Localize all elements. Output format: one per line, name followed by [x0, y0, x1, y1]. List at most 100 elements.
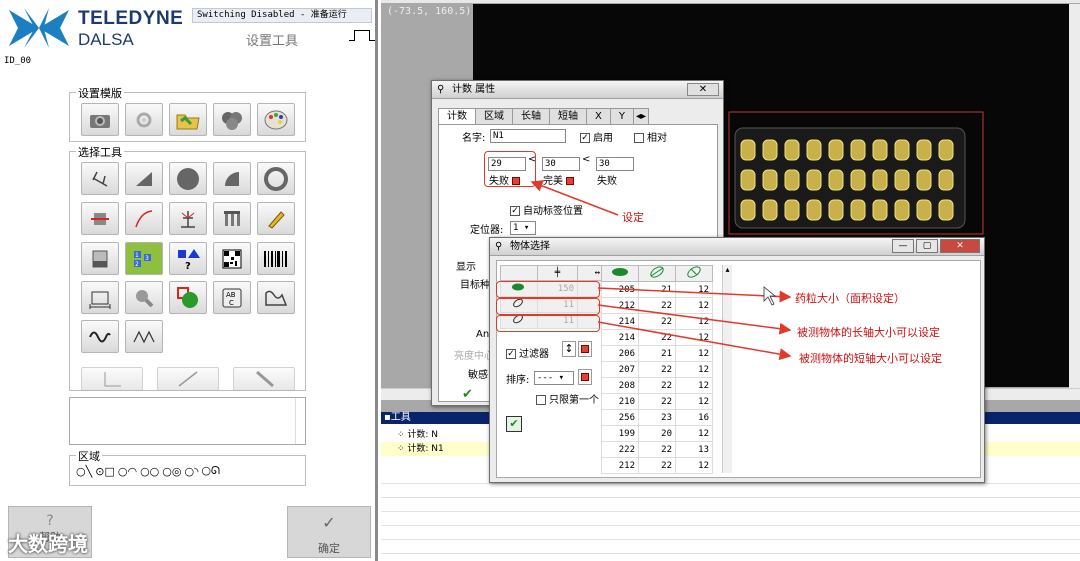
table-row[interactable]: 212 22 12 [601, 297, 713, 314]
shapes-icon[interactable] [213, 103, 251, 136]
table-row[interactable]: 207 22 12 [601, 361, 713, 378]
filter-sort-button[interactable]: ↕ [562, 341, 576, 357]
ring-icon[interactable] [257, 162, 295, 195]
auto-label-checkbox[interactable]: ✓ 自动标签位置 [510, 202, 583, 217]
beam-icon[interactable] [169, 202, 207, 235]
caliper-icon[interactable] [81, 162, 119, 195]
tab-y[interactable]: Y [609, 108, 634, 124]
maximize-button[interactable]: ▢ [916, 239, 938, 253]
fail-high-field[interactable]: 30 [596, 157, 634, 171]
svg-text:1: 1 [135, 252, 139, 259]
tab-major-axis[interactable]: 长轴 [512, 108, 550, 124]
objects-scrollbar[interactable]: ▴ [722, 265, 732, 473]
blob-icon[interactable] [169, 281, 207, 314]
pill [850, 139, 866, 161]
locator-select[interactable]: 1 ▾ [510, 221, 536, 235]
edge-icon[interactable] [81, 202, 119, 235]
table-row[interactable]: 205 21 12 [601, 281, 713, 298]
pill [872, 169, 888, 191]
table-row[interactable]: 206 21 12 [601, 345, 713, 362]
table-cell: 210 [601, 393, 639, 410]
textbox-scrollbar[interactable] [295, 398, 305, 444]
settings-icon[interactable] [125, 103, 163, 136]
tab-minor-axis[interactable]: 短轴 [549, 108, 587, 124]
region-radio-partial-arc[interactable]: ○◝ [184, 465, 198, 478]
dialog1-close-button[interactable]: ✕ [687, 83, 719, 96]
svg-text:C: C [229, 299, 234, 307]
qr-code-icon[interactable] [213, 242, 251, 275]
tab-x[interactable]: X [586, 108, 611, 124]
tab-count[interactable]: 计数 [438, 108, 476, 124]
region-radio-arc[interactable]: ○◠ [118, 465, 137, 478]
sort-select[interactable]: --- ▾ [534, 371, 574, 385]
region-radio-rectangle[interactable]: ⊙□ [95, 465, 115, 478]
table-row[interactable]: 212 22 12 [601, 457, 713, 474]
pencil-icon[interactable] [257, 202, 295, 235]
ok-icon: ✓ [322, 513, 336, 532]
perfect-lock-icon[interactable] [566, 177, 575, 185]
dialog2-title: 物体选择 [510, 241, 550, 252]
table-row[interactable]: 256 23 16 [601, 409, 713, 426]
relative-checkbox[interactable]: 相对 [634, 129, 667, 144]
wave-icon[interactable] [81, 320, 119, 353]
measure-icon[interactable] [81, 281, 119, 314]
open-folder-icon[interactable] [169, 103, 207, 136]
camera-icon[interactable] [81, 103, 119, 136]
pill [762, 199, 778, 221]
dialog2-apply-icon[interactable]: ✔ [506, 416, 522, 432]
table-row[interactable]: 214 22 12 [601, 329, 713, 346]
quarter-circle-icon[interactable] [213, 162, 251, 195]
perfect-field[interactable]: 30 [542, 157, 580, 171]
table-row[interactable]: 208 22 12 [601, 377, 713, 394]
region-radio-annulus[interactable]: ○◎ [162, 465, 181, 478]
svg-text:2: 2 [135, 261, 139, 268]
tab-region[interactable]: 区域 [475, 108, 513, 124]
table-cell: 12 [675, 457, 713, 474]
first-only-checkbox[interactable]: 只限第一个 [536, 391, 599, 406]
pill [828, 199, 844, 221]
region-radio-line[interactable]: ○╲ [76, 465, 92, 478]
pill [740, 169, 756, 191]
dialog1-ok-icon[interactable]: ✔ [462, 387, 473, 402]
relative-check-mark [634, 133, 644, 143]
tab-scroll-arrows[interactable]: ◂▸ [632, 108, 650, 124]
pill [740, 139, 756, 161]
barcode-icon[interactable] [257, 242, 295, 275]
zigzag-icon[interactable] [125, 320, 163, 353]
contour-icon[interactable] [257, 281, 295, 314]
table-row[interactable]: 199 20 12 [601, 425, 713, 442]
region-radio-ellipse[interactable]: ○○ [140, 465, 159, 478]
magnifier-icon[interactable] [125, 281, 163, 314]
name-label: 名字: [462, 133, 486, 144]
sort-lock-button[interactable] [578, 369, 592, 385]
description-textbox[interactable] [69, 397, 306, 445]
line-tool-icon[interactable] [157, 367, 219, 391]
dialog2-close-button[interactable]: ✕ [940, 239, 980, 253]
ok-button[interactable]: ✓ 确定 [287, 506, 371, 558]
filter-lock-button[interactable] [578, 341, 592, 357]
dialog2-search-icon: ⚲ [495, 241, 503, 252]
table-row[interactable]: 210 22 12 [601, 393, 713, 410]
axis-tool-icon[interactable] [81, 367, 143, 391]
enable-checkbox[interactable]: ✓ 启用 [580, 129, 613, 144]
vertical-scrollbar[interactable] [1069, 4, 1080, 388]
table-row[interactable]: 222 22 13 [601, 441, 713, 458]
criteria-header-type [500, 265, 538, 281]
minimize-button[interactable]: — [892, 239, 914, 253]
circle-icon[interactable] [169, 162, 207, 195]
name-field[interactable]: N1 [490, 129, 566, 143]
region-radio-custom[interactable]: ○ᘏ [201, 464, 220, 478]
count-icon[interactable]: 1 23 [125, 242, 163, 275]
pill [916, 169, 932, 191]
knife-tool-icon[interactable] [233, 367, 295, 391]
filter-checkbox[interactable]: ✓ 过滤器 [506, 345, 549, 360]
shapes-question-icon[interactable]: ? [169, 242, 207, 275]
table-row[interactable]: 214 22 12 [601, 313, 713, 330]
annotation-major: 被测物体的长轴大小可以设定 [793, 322, 944, 342]
angle-icon[interactable] [125, 162, 163, 195]
grey-block-icon[interactable] [81, 242, 119, 275]
pillars-icon[interactable] [213, 202, 251, 235]
curve-icon[interactable] [125, 202, 163, 235]
ocr-icon[interactable]: AB C [213, 281, 251, 314]
palette-icon[interactable] [257, 103, 295, 136]
